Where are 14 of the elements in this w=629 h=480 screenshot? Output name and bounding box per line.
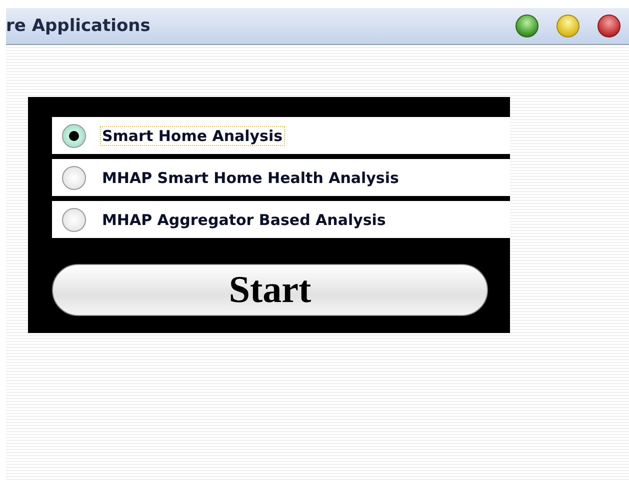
radio-option[interactable]: MHAP Aggregator Based Analysis	[52, 201, 510, 238]
radio-button[interactable]	[62, 124, 86, 148]
radio-option[interactable]: Smart Home Analysis	[52, 117, 510, 154]
option-label: Smart Home Analysis	[100, 126, 285, 146]
start-button[interactable]: Start	[52, 264, 488, 316]
minimize-icon[interactable]	[554, 14, 582, 38]
option-label: MHAP Smart Home Health Analysis	[101, 168, 400, 188]
maximize-icon[interactable]	[513, 14, 541, 38]
option-label: MHAP Aggregator Based Analysis	[101, 210, 387, 230]
radio-option[interactable]: MHAP Smart Home Health Analysis	[52, 159, 510, 196]
close-icon[interactable]	[595, 14, 623, 38]
radio-button[interactable]	[62, 166, 86, 190]
radio-button[interactable]	[62, 208, 86, 232]
window-title: re Applications	[6, 16, 150, 36]
